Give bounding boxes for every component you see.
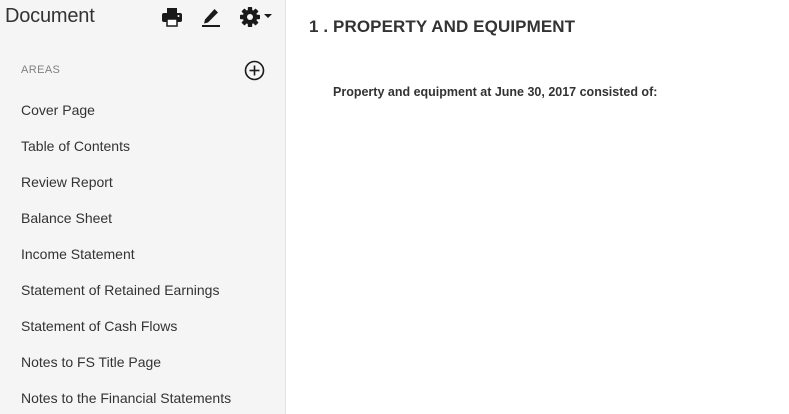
sidebar-item-income-statement[interactable]: Income Statement (0, 236, 285, 272)
pencil-icon[interactable] (199, 6, 223, 28)
sidebar-item-notes-title-page[interactable]: Notes to FS Title Page (0, 344, 285, 380)
areas-list: Cover Page Table of Contents Review Repo… (0, 92, 285, 414)
sidebar-item-notes-to-fs[interactable]: Notes to the Financial Statements (0, 380, 285, 414)
sidebar-item-review-report[interactable]: Review Report (0, 164, 285, 200)
sidebar-item-table-of-contents[interactable]: Table of Contents (0, 128, 285, 164)
sidebar-item-balance-sheet[interactable]: Balance Sheet (0, 200, 285, 236)
areas-label: AREAS (21, 64, 61, 76)
caret-down-icon[interactable] (263, 8, 273, 24)
section-heading: 1 . PROPERTY AND EQUIPMENT (309, 17, 576, 36)
sidebar-item-cash-flows[interactable]: Statement of Cash Flows (0, 308, 285, 344)
gear-icon[interactable] (237, 6, 263, 28)
sidebar: Document AREAS Cover Page Table of Conte… (0, 0, 286, 414)
document-content: 1 . PROPERTY AND EQUIPMENT Property and … (287, 0, 789, 414)
sidebar-item-cover-page[interactable]: Cover Page (0, 92, 285, 128)
printer-icon[interactable] (160, 6, 184, 28)
add-area-button[interactable] (244, 60, 265, 81)
sidebar-header: Document (0, 0, 286, 34)
plus-circle-icon (244, 60, 265, 81)
document-title: Document (5, 5, 95, 27)
section-paragraph[interactable]: Property and equipment at June 30, 2017 … (333, 85, 657, 99)
sidebar-item-retained-earnings[interactable]: Statement of Retained Earnings (0, 272, 285, 308)
